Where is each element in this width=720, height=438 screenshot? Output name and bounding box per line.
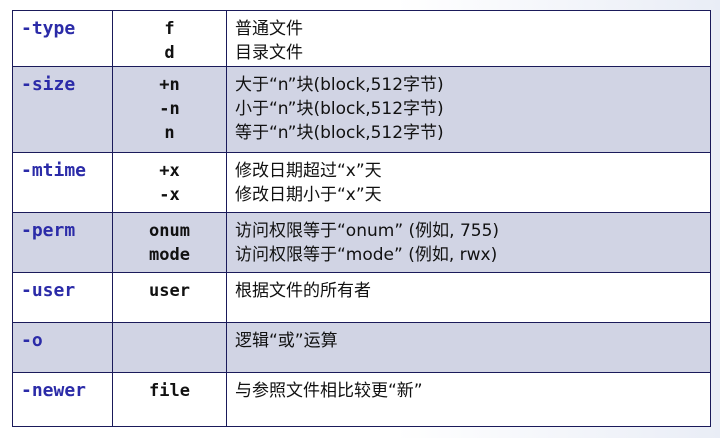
arg-value: -n <box>159 99 180 119</box>
arg-value: f <box>164 19 175 39</box>
desc-cell: 大于“n”块(block,512字节) 小于“n”块(block,512字节) … <box>226 66 711 153</box>
desc-line: 目录文件 <box>235 43 303 63</box>
table-row-size: -size +n -n n 大于“n”块(block,512字节) 小于“n”块… <box>12 66 711 153</box>
arg-value: n <box>164 123 175 143</box>
option-cell: -perm <box>12 212 113 273</box>
desc-line: 逻辑“或”运算 <box>235 331 338 351</box>
arg-value: file <box>149 381 190 401</box>
table-row-or: -o 逻辑“或”运算 <box>12 322 711 373</box>
args-cell: onum mode <box>112 212 227 273</box>
option-cell: -user <box>12 272 113 323</box>
table-row-type: -type f d 普通文件 目录文件 <box>12 10 711 67</box>
desc-line: 访问权限等于“mode” (例如, rwx) <box>235 245 498 265</box>
table-row-mtime: -mtime +x -x 修改日期超过“x”天 修改日期小于“x”天 <box>12 152 711 213</box>
option-cell: -size <box>12 66 113 153</box>
args-cell: +x -x <box>112 152 227 213</box>
args-cell: f d <box>112 10 227 67</box>
desc-cell: 修改日期超过“x”天 修改日期小于“x”天 <box>226 152 711 213</box>
desc-line: 普通文件 <box>235 19 303 39</box>
arg-value: mode <box>149 245 190 265</box>
args-cell: user <box>112 272 227 323</box>
table-row-newer: -newer file 与参照文件相比较更“新” <box>12 372 711 427</box>
args-cell: file <box>112 372 227 427</box>
desc-line: 小于“n”块(block,512字节) <box>235 99 444 119</box>
desc-cell: 逻辑“或”运算 <box>226 322 711 373</box>
args-cell <box>112 322 227 373</box>
find-options-table: -type f d 普通文件 目录文件 -size +n -n n 大于“n”块… <box>12 10 711 427</box>
arg-value: +x <box>159 161 180 181</box>
desc-line: 访问权限等于“onum” (例如, 755) <box>235 221 500 241</box>
desc-line: 修改日期超过“x”天 <box>235 161 382 181</box>
desc-cell: 根据文件的所有者 <box>226 272 711 323</box>
table-row-perm: -perm onum mode 访问权限等于“onum” (例如, 755) 访… <box>12 212 711 273</box>
arg-value: +n <box>159 75 180 95</box>
arg-value: -x <box>159 185 180 205</box>
option-cell: -type <box>12 10 113 67</box>
args-cell: +n -n n <box>112 66 227 153</box>
option-cell: -newer <box>12 372 113 427</box>
table-row-user: -user user 根据文件的所有者 <box>12 272 711 323</box>
option-cell: -o <box>12 322 113 373</box>
desc-cell: 访问权限等于“onum” (例如, 755) 访问权限等于“mode” (例如,… <box>226 212 711 273</box>
arg-value: onum <box>149 221 190 241</box>
arg-value: d <box>164 43 175 63</box>
desc-cell: 普通文件 目录文件 <box>226 10 711 67</box>
option-cell: -mtime <box>12 152 113 213</box>
desc-line: 根据文件的所有者 <box>235 281 371 301</box>
desc-line: 等于“n”块(block,512字节) <box>235 123 444 143</box>
desc-line: 大于“n”块(block,512字节) <box>235 75 444 95</box>
desc-line: 与参照文件相比较更“新” <box>235 381 423 401</box>
desc-cell: 与参照文件相比较更“新” <box>226 372 711 427</box>
arg-value: user <box>149 281 190 301</box>
desc-line: 修改日期小于“x”天 <box>235 185 382 205</box>
